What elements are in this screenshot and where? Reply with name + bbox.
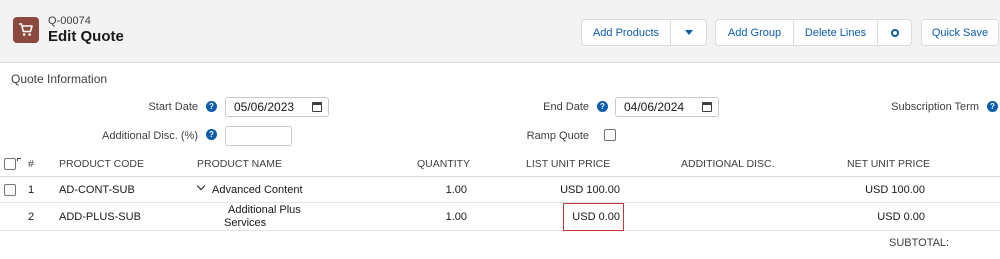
list-unit-price: USD 100.00: [560, 184, 620, 196]
end-date-input[interactable]: 04/06/2024: [615, 97, 719, 117]
ramp-quote-checkbox[interactable]: [604, 129, 616, 141]
column-header-product-name[interactable]: PRODUCT NAME: [197, 158, 282, 170]
net-unit-price: USD 100.00: [865, 184, 925, 196]
end-date-value: 04/06/2024: [624, 100, 685, 114]
table-row[interactable]: 2 ADD-PLUS-SUB Additional Plus Services …: [0, 203, 1000, 231]
product-code: ADD-PLUS-SUB: [59, 211, 141, 223]
quantity[interactable]: 1.00: [418, 184, 467, 196]
help-icon[interactable]: ?: [987, 101, 998, 112]
product-name-line-2: Services: [224, 217, 267, 229]
net-unit-price: USD 0.00: [877, 211, 925, 223]
table-header: # PRODUCT CODE PRODUCT NAME QUANTITY LIS…: [0, 150, 1000, 177]
quantity[interactable]: 1.00: [418, 211, 467, 223]
product-name-line-1: Additional Plus: [228, 204, 301, 216]
table-row[interactable]: 1 AD-CONT-SUB Advanced Content 1.00 USD …: [0, 177, 1000, 203]
select-all-menu-icon[interactable]: [17, 158, 21, 161]
column-header-quantity[interactable]: QUANTITY: [417, 158, 470, 170]
column-header-product-code[interactable]: PRODUCT CODE: [59, 158, 144, 170]
section-title: Quote Information: [11, 72, 108, 86]
ramp-quote-label: Ramp Quote: [526, 130, 589, 142]
row-number: 1: [28, 184, 35, 196]
cart-icon: [13, 17, 39, 43]
circle-action-button[interactable]: [877, 19, 912, 46]
column-header-net-unit-price[interactable]: NET UNIT PRICE: [847, 158, 930, 170]
page-header: Q-00074 Edit Quote Add Products Add Grou…: [0, 0, 1000, 63]
chevron-down-icon[interactable]: [196, 181, 206, 191]
start-date-input[interactable]: 05/06/2023: [225, 97, 329, 117]
help-icon[interactable]: ?: [206, 101, 217, 112]
product-name: Advanced Content: [212, 184, 303, 196]
start-date-label: Start Date: [148, 101, 198, 113]
row-checkbox[interactable]: [4, 184, 16, 196]
delete-lines-button[interactable]: Delete Lines: [793, 19, 878, 46]
column-header-additional-disc[interactable]: ADDITIONAL DISC.: [681, 158, 775, 170]
subscription-term-label: Subscription Term: [891, 101, 979, 113]
circle-icon: [890, 28, 899, 37]
record-number: Q-00074: [48, 15, 91, 27]
column-header-num: #: [28, 158, 34, 170]
help-icon[interactable]: ?: [597, 101, 608, 112]
column-header-list-unit-price[interactable]: LIST UNIT PRICE: [526, 158, 610, 170]
select-all-checkbox[interactable]: [4, 158, 16, 170]
help-icon[interactable]: ?: [206, 129, 217, 140]
add-products-button[interactable]: Add Products: [581, 19, 671, 46]
chevron-down-icon: [684, 30, 693, 35]
calendar-icon[interactable]: [702, 102, 712, 112]
page-title: Edit Quote: [48, 28, 124, 45]
start-date-value: 05/06/2023: [234, 100, 295, 114]
list-unit-price: USD 0.00: [572, 211, 620, 223]
additional-disc-input[interactable]: [225, 126, 292, 146]
add-products-menu-button[interactable]: [670, 19, 707, 46]
quick-save-button[interactable]: Quick Save: [921, 19, 999, 46]
calendar-icon[interactable]: [312, 102, 322, 112]
subtotal-label: SUBTOTAL:: [889, 237, 950, 249]
row-number: 2: [28, 211, 35, 223]
end-date-label: End Date: [543, 101, 589, 113]
product-code: AD-CONT-SUB: [59, 184, 135, 196]
add-group-button[interactable]: Add Group: [715, 19, 794, 46]
additional-disc-label: Additional Disc. (%): [102, 130, 198, 142]
